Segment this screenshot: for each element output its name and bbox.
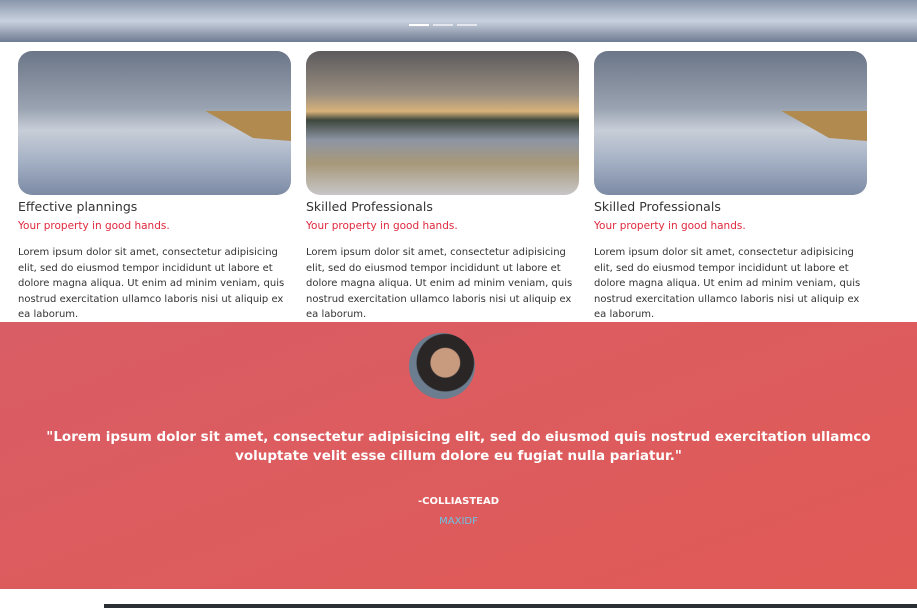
card-text: Lorem ipsum dolor sit amet, consectetur … — [306, 247, 573, 320]
card-subtitle: Your property in good hands. — [18, 220, 170, 232]
footer-strip — [104, 604, 917, 608]
card-text: Lorem ipsum dolor sit amet, consectetur … — [18, 247, 285, 320]
card-title: Skilled Professionals — [594, 199, 721, 214]
carousel-indicators — [409, 24, 477, 26]
card-image — [306, 51, 579, 195]
card-title: Skilled Professionals — [306, 199, 433, 214]
card-image — [18, 51, 291, 195]
card-subtitle: Your property in good hands. — [594, 220, 746, 232]
card-title: Effective plannings — [18, 199, 138, 214]
carousel-dot[interactable] — [433, 24, 453, 26]
avatar — [409, 333, 475, 399]
testimonial-role: MAXIDF — [439, 516, 478, 527]
carousel-dot[interactable] — [409, 24, 429, 26]
testimonial-quote: "Lorem ipsum dolor sit amet, consectetur… — [46, 429, 871, 464]
testimonial-author: -COLLIASTEAD — [417, 496, 500, 507]
card-text: Lorem ipsum dolor sit amet, consectetur … — [594, 247, 861, 320]
card-subtitle: Your property in good hands. — [306, 220, 458, 232]
hero-banner — [0, 0, 917, 42]
feature-card: Skilled Professionals Your property in g… — [306, 51, 581, 323]
card-image — [594, 51, 867, 195]
carousel-dot[interactable] — [457, 24, 477, 26]
feature-card: Effective plannings Your property in goo… — [18, 51, 293, 323]
feature-card: Skilled Professionals Your property in g… — [594, 51, 869, 323]
testimonial-section: "Lorem ipsum dolor sit amet, consectetur… — [0, 322, 917, 589]
